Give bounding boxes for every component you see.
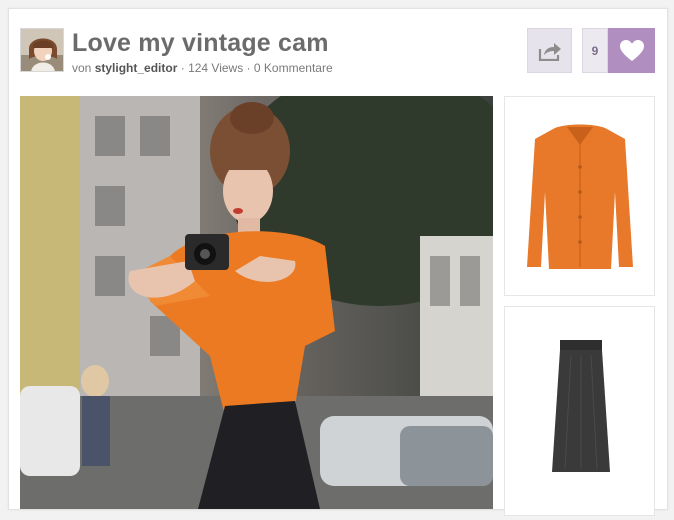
post-card: Love my vintage cam von stylight_editor … bbox=[8, 8, 668, 516]
black-maxi-skirt-image bbox=[505, 307, 654, 515]
view-count: 124 Views bbox=[188, 61, 244, 75]
comment-count[interactable]: 0 Kommentare bbox=[254, 61, 333, 75]
like-count: 9 bbox=[582, 28, 608, 73]
author-avatar[interactable] bbox=[20, 28, 64, 72]
orange-blouse-image bbox=[505, 97, 654, 295]
post-title: Love my vintage cam bbox=[72, 29, 329, 57]
avatar-image bbox=[21, 29, 63, 71]
like-control[interactable]: 9 bbox=[582, 28, 655, 73]
author-link[interactable]: stylight_editor bbox=[95, 61, 178, 75]
outfit-photo[interactable] bbox=[20, 96, 493, 509]
product-black-maxi-skirt[interactable] bbox=[504, 306, 655, 516]
meta-separator: · bbox=[246, 61, 251, 75]
outfit-photo-image bbox=[20, 96, 493, 509]
like-button[interactable] bbox=[608, 28, 655, 73]
by-prefix: von bbox=[72, 61, 92, 75]
meta-separator: · bbox=[180, 61, 185, 75]
share-arrow-icon bbox=[538, 42, 561, 61]
heart-icon bbox=[619, 40, 644, 61]
product-orange-blouse[interactable] bbox=[504, 96, 655, 296]
post-meta: von stylight_editor · 124 Views · 0 Komm… bbox=[72, 61, 333, 75]
share-button[interactable] bbox=[527, 28, 572, 73]
